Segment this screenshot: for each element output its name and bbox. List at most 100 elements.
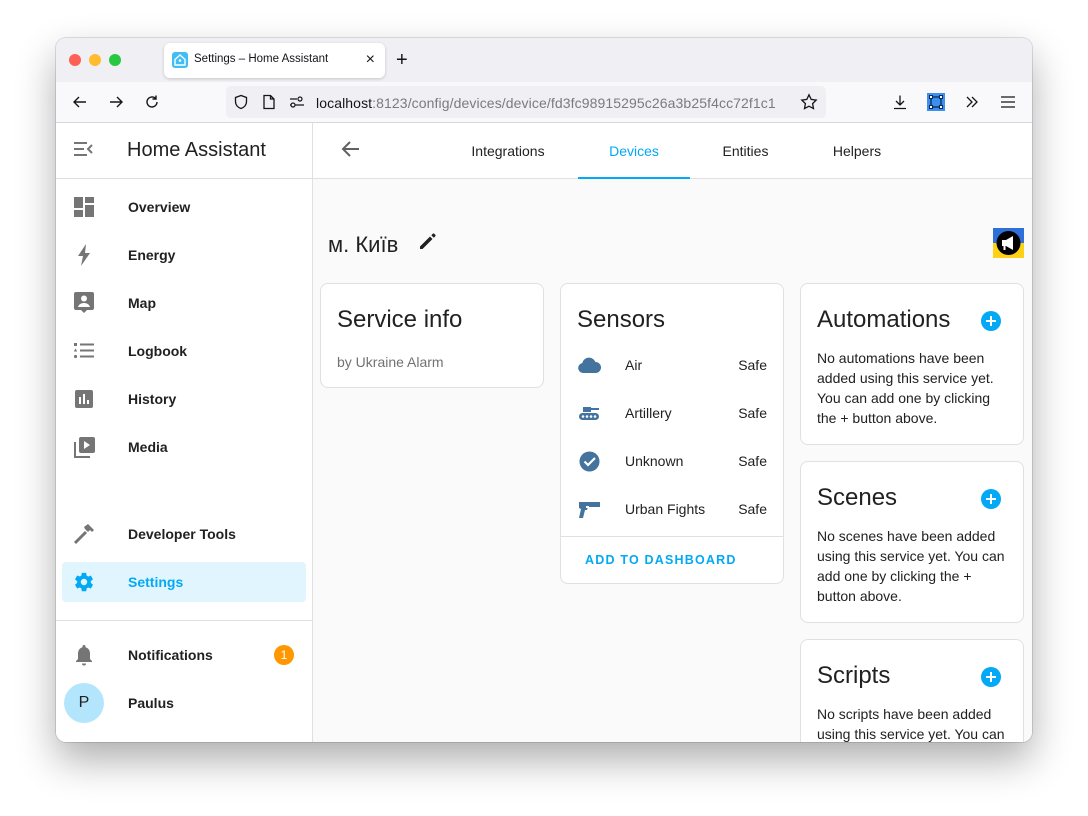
bell-icon [72, 643, 96, 667]
sidebar-item-history[interactable]: History [62, 379, 306, 419]
home-assistant-favicon-icon [172, 52, 188, 68]
card-empty-text: No scripts have been added using this se… [817, 706, 1005, 742]
check-circle-icon [577, 449, 601, 473]
reload-icon[interactable] [140, 90, 164, 114]
sidebar-item-energy[interactable]: Energy [62, 235, 306, 275]
automations-card: Automations No automations have been add… [800, 283, 1024, 445]
card-empty-text: No automations have been added using thi… [817, 350, 994, 426]
hammer-icon [72, 522, 96, 546]
sidebar-item-map[interactable]: Map [62, 283, 306, 323]
sensor-name: Urban Fights [625, 501, 706, 517]
sidebar-item-label: Developer Tools [128, 526, 236, 542]
tank-icon [577, 401, 601, 425]
sensor-name: Air [625, 357, 643, 373]
sidebar-item-label: History [128, 391, 177, 407]
sidebar-item-notifications[interactable]: Notifications 1 [62, 635, 306, 675]
url-text[interactable]: localhost:8123/config/devices/device/fd3… [316, 95, 796, 111]
sidebar-title: Home Assistant [127, 139, 266, 161]
sidebar-item-media[interactable]: Media [62, 427, 306, 467]
sidebar-item-label: Energy [128, 247, 176, 263]
window-close-button[interactable] [69, 54, 81, 66]
sensor-state: Safe [738, 501, 767, 517]
add-scene-button[interactable] [981, 489, 1001, 509]
history-chart-icon [72, 387, 96, 411]
sidebar: Home Assistant Overview Energy Map Logbo… [56, 123, 313, 742]
page-icon[interactable] [260, 93, 278, 111]
arrow-right-icon[interactable] [104, 90, 128, 114]
sidebar-item-overview[interactable]: Overview [62, 187, 306, 227]
sidebar-item-label: Overview [128, 199, 191, 215]
new-tab-button[interactable]: + [396, 48, 408, 72]
arrow-left-icon[interactable] [341, 139, 361, 164]
shield-icon[interactable] [232, 93, 250, 111]
media-play-icon [72, 435, 96, 459]
pencil-icon[interactable] [418, 231, 438, 256]
card-title: Scenes [817, 484, 898, 511]
sensor-name: Unknown [625, 453, 684, 469]
browser-nav-bar: localhost:8123/config/devices/device/fd3… [56, 82, 1032, 123]
download-icon[interactable] [888, 90, 912, 114]
sensor-state: Safe [738, 357, 767, 373]
device-name: м. Київ [328, 232, 399, 257]
sensor-row-air[interactable]: Air Safe [561, 341, 783, 389]
gear-icon [72, 570, 96, 594]
card-title: Scripts [817, 662, 891, 689]
tab-title: Settings – Home Assistant [194, 53, 329, 65]
sensor-row-artillery[interactable]: Artillery Safe [561, 389, 783, 437]
sidebar-divider [56, 620, 312, 621]
scenes-card: Scenes No scenes have been added using t… [800, 461, 1024, 623]
card-title: Service info [337, 306, 463, 333]
sensor-state: Safe [738, 405, 767, 421]
url-path: :8123/config/devices/device/fd3fc9891529… [372, 95, 776, 111]
sidebar-item-user[interactable]: P Paulus [62, 683, 306, 723]
hamburger-menu-icon[interactable] [996, 90, 1020, 114]
url-host: localhost [316, 95, 373, 111]
sidebar-item-developer-tools[interactable]: Developer Tools [62, 514, 306, 554]
browser-tab[interactable]: Settings – Home Assistant × [164, 43, 385, 78]
home-assistant-app: Home Assistant Overview Energy Map Logbo… [56, 123, 1032, 742]
service-manufacturer: by Ukraine Alarm [337, 354, 444, 370]
star-icon[interactable] [800, 93, 818, 111]
sensor-row-unknown[interactable]: Unknown Safe [561, 437, 783, 485]
card-actions: ADD TO DASHBOARD [561, 536, 783, 583]
sensor-state: Safe [738, 453, 767, 469]
menu-collapse-icon[interactable] [73, 141, 93, 162]
tab-devices[interactable]: Devices [578, 123, 690, 179]
config-top-bar: Integrations Devices Entities Helpers [313, 123, 1032, 179]
dashboard-icon [72, 195, 96, 219]
chevrons-right-icon[interactable] [960, 90, 984, 114]
tab-close-icon[interactable]: × [366, 50, 375, 70]
card-empty-text: No scenes have been added using this ser… [817, 528, 1005, 604]
service-info-card: Service info by Ukraine Alarm [320, 283, 544, 388]
add-to-dashboard-button[interactable]: ADD TO DASHBOARD [585, 553, 737, 567]
tab-helpers[interactable]: Helpers [813, 123, 901, 179]
sensors-card: Sensors Air Safe Artillery Safe Unknown … [560, 283, 784, 584]
add-automation-button[interactable] [981, 311, 1001, 331]
card-title: Automations [817, 306, 951, 333]
arrow-left-icon[interactable] [68, 90, 92, 114]
sensor-row-urban-fights[interactable]: Urban Fights Safe [561, 485, 783, 533]
browser-tab-bar: Settings – Home Assistant × + [56, 38, 1032, 82]
user-name: Paulus [128, 695, 174, 711]
sensor-name: Artillery [625, 405, 672, 421]
sidebar-item-logbook[interactable]: Logbook [62, 331, 306, 371]
tab-entities[interactable]: Entities [703, 123, 788, 179]
screenshot-extension-icon[interactable] [924, 90, 948, 114]
map-account-icon [72, 291, 96, 315]
card-title: Sensors [577, 306, 666, 333]
notification-count-badge: 1 [274, 645, 294, 665]
window-minimize-button[interactable] [89, 54, 101, 66]
sidebar-item-settings[interactable]: Settings [62, 562, 306, 602]
pistol-icon [577, 497, 601, 521]
permissions-icon[interactable] [288, 93, 306, 111]
window-maximize-button[interactable] [109, 54, 121, 66]
sidebar-item-label: Notifications [128, 647, 213, 663]
lightning-icon [72, 243, 96, 267]
tab-integrations[interactable]: Integrations [453, 123, 563, 179]
add-script-button[interactable] [981, 667, 1001, 687]
scripts-card: Scripts No scripts have been added using… [800, 639, 1024, 742]
sidebar-item-label: Map [128, 295, 156, 311]
url-bar[interactable]: localhost:8123/config/devices/device/fd3… [226, 86, 826, 118]
sidebar-header: Home Assistant [56, 123, 312, 179]
sidebar-item-label: Logbook [128, 343, 188, 359]
